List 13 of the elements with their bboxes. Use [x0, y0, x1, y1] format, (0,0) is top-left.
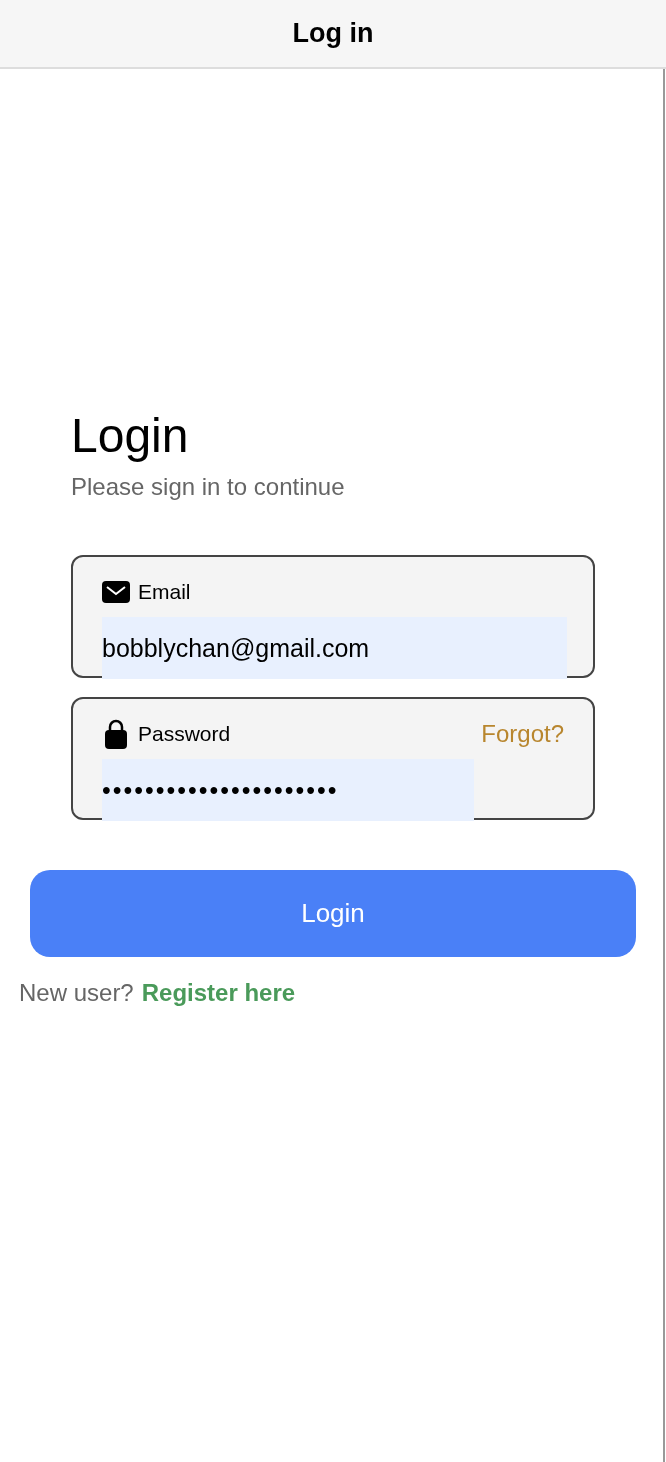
input-value[interactable]: ••••••••••••••••••••••	[102, 759, 474, 821]
subtitle: Please sign in to continue	[71, 472, 346, 502]
lock-icon	[105, 719, 127, 749]
header-title: Log in	[292, 17, 374, 51]
envelope-icon	[102, 581, 130, 603]
register-prompt: New user?	[19, 978, 134, 1008]
page-heading: Login	[71, 408, 190, 464]
email-field[interactable]: Email bobblychan@gmail.com	[71, 555, 595, 678]
field-label: Password	[138, 721, 231, 748]
login-button[interactable]: Login	[30, 870, 636, 957]
input-value[interactable]: bobblychan@gmail.com	[102, 617, 567, 679]
field-label: Email	[138, 579, 191, 606]
password-field[interactable]: Password Forgot? ••••••••••••••••••••••	[71, 697, 595, 820]
